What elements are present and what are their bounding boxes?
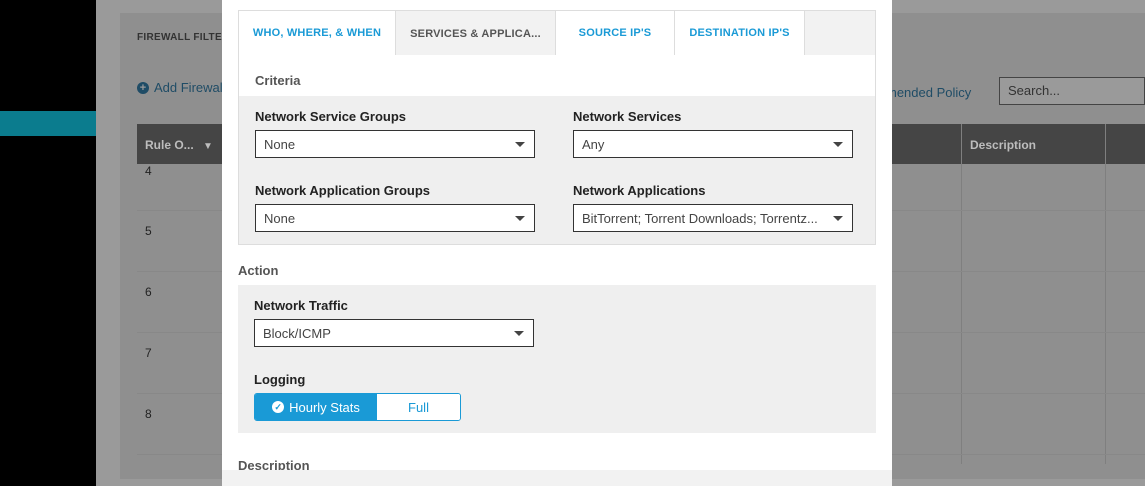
network-service-groups-value: None xyxy=(264,137,296,152)
network-services-label: Network Services xyxy=(573,109,682,124)
sidebar-active-item xyxy=(0,111,96,136)
network-service-groups-label: Network Service Groups xyxy=(255,109,406,124)
edit-rule-modal: WHO, WHERE, & WHEN SERVICES & APPLICA...… xyxy=(222,0,892,486)
add-firewall-label: Add Firewal xyxy=(154,80,223,95)
network-services-select[interactable]: Any xyxy=(573,130,853,158)
table-row-number: 4 xyxy=(145,164,152,178)
chevron-down-icon xyxy=(833,142,843,147)
background-page-title: FIREWALL FILTE xyxy=(137,32,222,43)
tab-bar: WHO, WHERE, & WHEN SERVICES & APPLICA...… xyxy=(238,10,876,56)
network-applications-value: BitTorrent; Torrent Downloads; Torrentz.… xyxy=(582,211,818,226)
tab-source-ips[interactable]: SOURCE IP'S xyxy=(556,11,675,56)
table-row-number: 7 xyxy=(145,346,152,360)
tab-destination-ips[interactable]: DESTINATION IP'S xyxy=(675,11,805,56)
logging-hourly-stats-label: Hourly Stats xyxy=(289,399,360,415)
chevron-down-icon xyxy=(515,216,525,221)
modal-footer-strip xyxy=(222,470,892,486)
network-application-groups-value: None xyxy=(264,211,296,226)
chevron-down-icon xyxy=(515,142,525,147)
add-firewall-link: + Add Firewal xyxy=(137,80,223,95)
logging-full-label: Full xyxy=(408,399,429,415)
sidebar-background xyxy=(0,0,96,486)
logging-toggle: ✓ Hourly Stats Full xyxy=(254,393,461,421)
tab-services-applications[interactable]: SERVICES & APPLICA... xyxy=(396,11,556,56)
tab-who-where-when[interactable]: WHO, WHERE, & WHEN xyxy=(239,11,396,56)
network-traffic-label: Network Traffic xyxy=(254,298,348,313)
action-heading: Action xyxy=(238,263,279,278)
network-traffic-select[interactable]: Block/ICMP xyxy=(254,319,534,347)
table-row-number: 6 xyxy=(145,285,152,299)
background-search-input: Search... xyxy=(999,77,1145,105)
network-applications-label: Network Applications xyxy=(573,183,706,198)
criteria-heading: Criteria xyxy=(255,73,301,88)
network-application-groups-select[interactable]: None xyxy=(255,204,535,232)
table-row-number: 8 xyxy=(145,407,152,421)
criteria-header xyxy=(239,55,875,96)
check-circle-icon: ✓ xyxy=(272,401,285,413)
network-traffic-value: Block/ICMP xyxy=(263,326,331,341)
chevron-down-icon xyxy=(833,216,843,221)
table-row-number: 5 xyxy=(145,224,152,238)
logging-full-option[interactable]: Full xyxy=(377,394,460,420)
logging-label: Logging xyxy=(254,372,306,387)
plus-circle-icon: + xyxy=(137,81,149,94)
network-applications-select[interactable]: BitTorrent; Torrent Downloads; Torrentz.… xyxy=(573,204,853,232)
network-application-groups-label: Network Application Groups xyxy=(255,183,431,198)
network-services-value: Any xyxy=(582,137,605,152)
logging-hourly-stats-option[interactable]: ✓ Hourly Stats xyxy=(255,394,377,420)
chevron-down-icon xyxy=(514,331,524,336)
recommended-policy-link: mended Policy xyxy=(886,85,972,100)
network-service-groups-select[interactable]: None xyxy=(255,130,535,158)
